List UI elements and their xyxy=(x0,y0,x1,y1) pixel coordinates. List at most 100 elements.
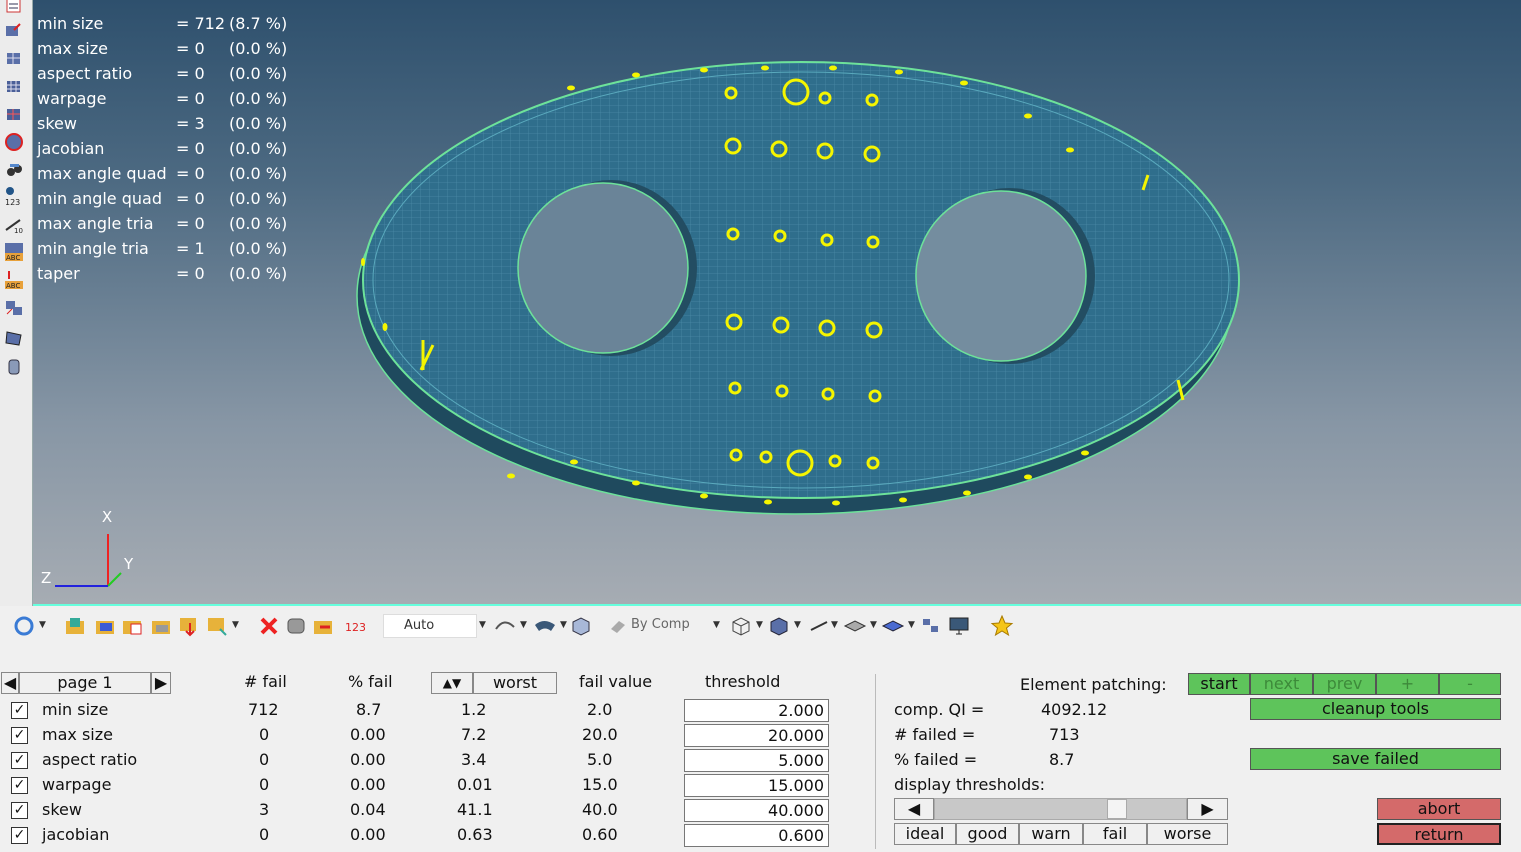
edit-icon[interactable] xyxy=(4,0,24,16)
find-icon[interactable] xyxy=(4,160,24,180)
threshold-input[interactable]: 20.000 xyxy=(684,724,829,747)
threshold-input[interactable]: 0.600 xyxy=(684,824,829,847)
abort-button[interactable]: abort xyxy=(1377,798,1501,820)
transform-icon[interactable] xyxy=(4,298,24,318)
worst-column-button[interactable]: worst xyxy=(473,672,557,694)
fail-value: 2.0 xyxy=(587,700,613,719)
level-good-button[interactable]: good xyxy=(956,823,1019,845)
mass-icon[interactable] xyxy=(4,356,24,376)
chevron-down-icon[interactable]: ▼ xyxy=(520,620,527,630)
criterion-checkbox[interactable]: ✓ xyxy=(11,752,28,769)
patch-prev-button[interactable]: prev xyxy=(1313,673,1376,695)
table-row: ✓ max size 0 0.00 7.2 20.0 20.000 xyxy=(0,722,870,747)
chevron-down-icon[interactable]: ▼ xyxy=(39,620,46,630)
page-prev-button[interactable]: ◀ xyxy=(1,672,19,694)
label-down-icon[interactable]: ABC xyxy=(4,270,24,290)
geometry-display-icon[interactable] xyxy=(494,615,518,637)
threshold-input[interactable]: 2.000 xyxy=(684,699,829,722)
criterion-checkbox[interactable]: ✓ xyxy=(11,702,28,719)
fail-value: 0.60 xyxy=(582,825,618,844)
table-row: ✓ jacobian 0 0.00 0.63 0.60 0.600 xyxy=(0,822,870,847)
page-next-button[interactable]: ▶ xyxy=(151,672,171,694)
threshold-header: threshold xyxy=(705,672,781,691)
mesh-grid-icon[interactable] xyxy=(4,76,24,96)
return-button[interactable]: return xyxy=(1377,823,1501,845)
surface-icon[interactable] xyxy=(4,328,24,348)
panel-divider xyxy=(875,674,876,849)
fail-percent: 0.00 xyxy=(350,775,386,794)
export-icon[interactable] xyxy=(121,615,145,637)
fail-count: 0 xyxy=(259,750,270,769)
organize-icon[interactable] xyxy=(312,615,336,637)
axis-y-label: Y xyxy=(123,555,134,573)
failed-percent-label: % failed = xyxy=(894,750,978,769)
element-display-icon[interactable] xyxy=(767,615,791,637)
table-row: ✓ skew 3 0.04 41.1 40.0 40.000 xyxy=(0,797,870,822)
threshold-input[interactable]: 40.000 xyxy=(684,799,829,822)
threshold-input[interactable]: 15.000 xyxy=(684,774,829,797)
element-check-icon[interactable] xyxy=(4,20,24,40)
slider-left-button[interactable]: ◀ xyxy=(894,798,934,820)
mesh-quality-icon[interactable] xyxy=(4,104,24,124)
mask-icon[interactable] xyxy=(285,615,309,637)
chevron-down-icon[interactable]: ▼ xyxy=(479,620,486,630)
plane-display-icon[interactable] xyxy=(843,615,867,637)
comp-qi-value: 4092.12 xyxy=(1041,700,1108,719)
sort-toggle-button[interactable]: ▲▼ xyxy=(431,672,473,694)
slider-right-button[interactable]: ▶ xyxy=(1187,798,1228,820)
chevron-down-icon[interactable]: ▼ xyxy=(560,620,567,630)
layout-icon[interactable] xyxy=(920,615,942,637)
line-display-icon[interactable] xyxy=(808,615,830,637)
threshold-slider-track[interactable] xyxy=(934,798,1187,820)
solid-display-icon[interactable] xyxy=(569,615,593,637)
display-mode-select[interactable]: Auto xyxy=(383,614,477,638)
chevron-down-icon[interactable]: ▼ xyxy=(232,620,239,630)
save-icon[interactable] xyxy=(150,615,174,637)
criterion-checkbox[interactable]: ✓ xyxy=(11,777,28,794)
measure-icon[interactable]: 10 xyxy=(4,214,24,234)
graphics-viewport[interactable]: X Y Z min size = 712 (8.7 %) max size = 0 (0… xyxy=(33,0,1521,606)
rotate-icon[interactable] xyxy=(12,615,36,637)
favorite-star-icon[interactable] xyxy=(990,615,1014,637)
color-mode-select[interactable]: By Comp xyxy=(611,614,711,638)
chevron-down-icon[interactable]: ▼ xyxy=(713,620,720,630)
criterion-checkbox[interactable]: ✓ xyxy=(11,827,28,844)
level-warn-button[interactable]: warn xyxy=(1019,823,1083,845)
page-select[interactable]: page 1 xyxy=(19,672,151,694)
import-icon[interactable] xyxy=(94,615,118,637)
save-as-icon[interactable] xyxy=(206,615,230,637)
patch-plus-button[interactable]: + xyxy=(1376,673,1439,695)
numbers-icon[interactable]: 123 xyxy=(4,186,24,206)
chevron-down-icon[interactable]: ▼ xyxy=(756,620,763,630)
level-fail-button[interactable]: fail xyxy=(1083,823,1147,845)
chevron-down-icon[interactable]: ▼ xyxy=(870,620,877,630)
patch-start-button[interactable]: start xyxy=(1188,673,1250,695)
shaded-display-icon[interactable] xyxy=(533,615,557,637)
criterion-checkbox[interactable]: ✓ xyxy=(11,802,28,819)
shell-display-icon[interactable] xyxy=(881,615,905,637)
criterion-checkbox[interactable]: ✓ xyxy=(11,727,28,744)
check-elements-icon[interactable] xyxy=(4,132,24,152)
chevron-down-icon[interactable]: ▼ xyxy=(908,620,915,630)
level-worse-button[interactable]: worse xyxy=(1147,823,1228,845)
patch-next-button[interactable]: next xyxy=(1250,673,1313,695)
display-thresholds-label: display thresholds: xyxy=(894,775,1045,794)
label-abc-icon[interactable]: ABC xyxy=(4,242,24,262)
chevron-down-icon[interactable]: ▼ xyxy=(831,620,838,630)
cleanup-tools-button[interactable]: cleanup tools xyxy=(1250,698,1501,720)
renumber-icon[interactable]: 123 xyxy=(343,615,365,637)
save-failed-button[interactable]: save failed xyxy=(1250,748,1501,770)
wireframe-icon[interactable] xyxy=(729,615,753,637)
mesh-edit-icon[interactable] xyxy=(4,48,24,68)
fail-value: 40.0 xyxy=(582,800,618,819)
delete-icon[interactable] xyxy=(258,615,280,637)
threshold-input[interactable]: 5.000 xyxy=(684,749,829,772)
criterion-name: aspect ratio xyxy=(42,750,138,769)
open-model-icon[interactable] xyxy=(64,615,88,637)
monitor-icon[interactable] xyxy=(947,615,971,637)
level-ideal-button[interactable]: ideal xyxy=(894,823,956,845)
chevron-down-icon[interactable]: ▼ xyxy=(794,620,801,630)
patch-minus-button[interactable]: - xyxy=(1439,673,1501,695)
threshold-slider-handle[interactable] xyxy=(1107,799,1127,819)
save-down-icon[interactable] xyxy=(178,615,202,637)
